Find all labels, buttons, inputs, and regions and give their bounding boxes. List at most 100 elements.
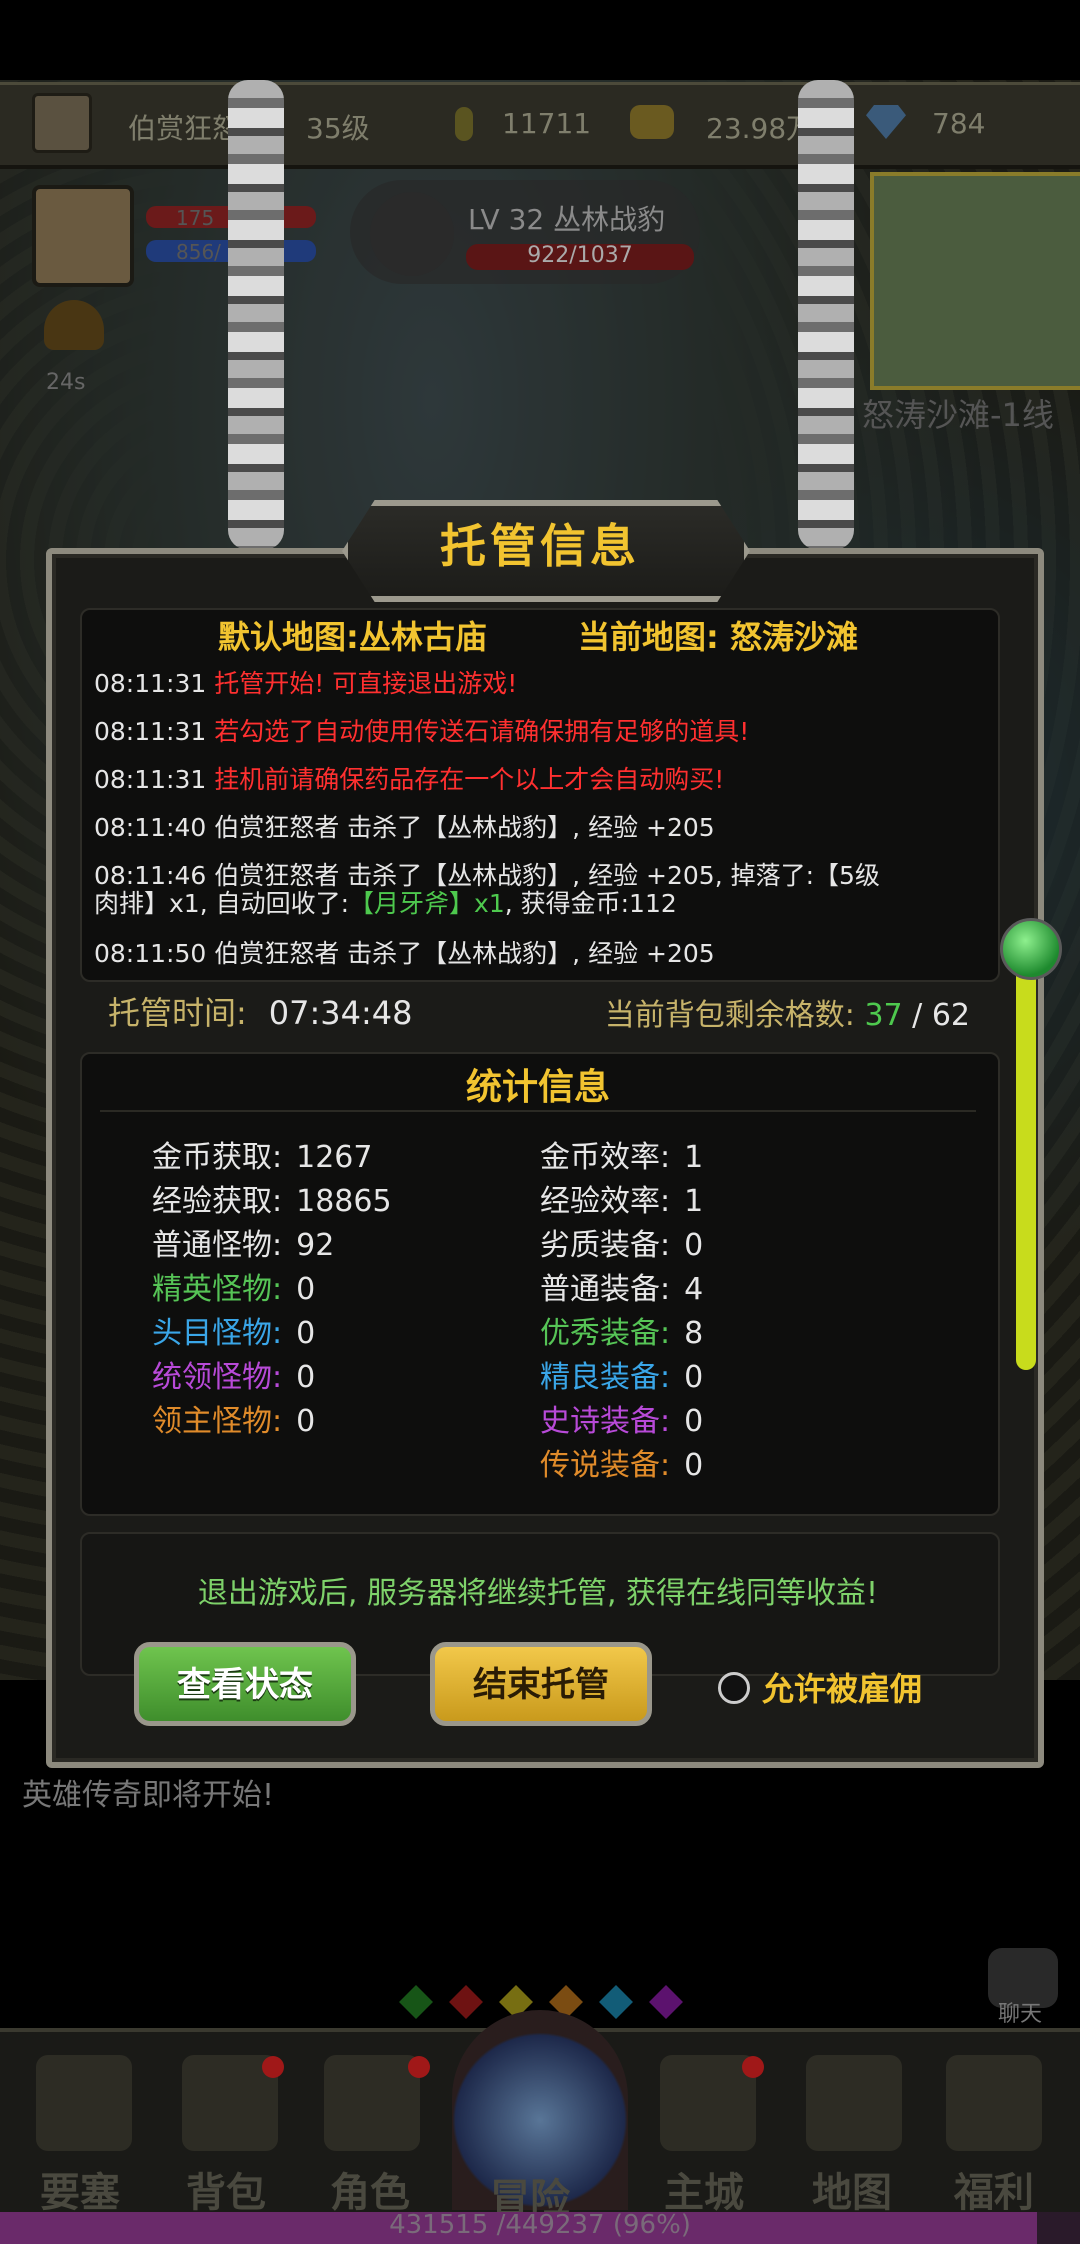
log-line: 08:11:40 伯赏狂怒者 击杀了【丛林战豹】, 经验 +205 xyxy=(94,814,984,842)
gold-coin-icon[interactable] xyxy=(630,105,674,139)
log-text: , 获得金币:112 xyxy=(504,889,677,918)
default-map-label: 默认地图:丛林古庙 xyxy=(218,618,487,656)
stat-fine-equipment: 精良装备: 0 xyxy=(540,1352,703,1396)
minimap[interactable] xyxy=(870,172,1080,390)
player-mp-text: 856/ xyxy=(176,240,221,264)
map-line-label: 怒涛沙滩-1线 xyxy=(862,396,1054,434)
welfare-gift-icon[interactable] xyxy=(946,2055,1042,2151)
hosting-log-panel[interactable] xyxy=(80,608,1000,982)
notification-dot xyxy=(262,2056,284,2078)
stat-good-equipment: 优秀装备: 8 xyxy=(540,1308,703,1352)
player-level: 35级 xyxy=(306,112,370,145)
stat-value: 0 xyxy=(296,1360,316,1395)
character-helmet-icon[interactable] xyxy=(324,2055,420,2151)
stat-label: 普通怪物: xyxy=(152,1228,283,1263)
stat-poor-equipment: 劣质装备: 0 xyxy=(540,1220,703,1264)
stat-label: 金币效率: xyxy=(540,1140,671,1175)
map-info-row: 默认地图:丛林古庙 当前地图: 怒涛沙滩 xyxy=(80,612,996,658)
stat-value: 0 xyxy=(296,1404,316,1439)
log-line: 08:11:31 若勾选了自动使用传送石请确保拥有足够的道具! xyxy=(94,718,984,746)
stat-label: 精良装备: xyxy=(540,1360,671,1395)
radio-icon[interactable] xyxy=(718,1672,750,1704)
hosting-time-row: 托管时间: 07:34:48 xyxy=(108,988,413,1034)
stat-epic-equipment: 史诗装备: 0 xyxy=(540,1396,703,1440)
stat-commander-monsters: 统领怪物: 0 xyxy=(152,1352,315,1396)
stat-label: 普通装备: xyxy=(540,1272,671,1307)
player-name: 伯赏狂怒 xyxy=(128,112,241,145)
view-status-button[interactable]: 查看状态 xyxy=(134,1642,356,1726)
stat-value: 1 xyxy=(684,1140,704,1175)
stat-label: 金币获取: xyxy=(152,1140,283,1175)
stat-legendary-equipment: 传说装备: 0 xyxy=(540,1440,703,1484)
chat-label: 聊天 xyxy=(998,2002,1043,2027)
hosting-time-value: 07:34:48 xyxy=(268,994,413,1032)
enemy-name: LV 32 丛林战豹 xyxy=(468,203,666,236)
current-map-label: 当前地图: 怒涛沙滩 xyxy=(578,618,858,656)
log-line: 08:11:50 伯赏狂怒者 击杀了【丛林战豹】, 经验 +205 xyxy=(94,940,984,968)
stat-label: 经验获取: xyxy=(152,1184,283,1219)
chat-message: 英雄传奇即将开始! xyxy=(22,1778,275,1813)
stat-value: 92 xyxy=(296,1228,335,1263)
stat-label: 领主怪物: xyxy=(152,1404,283,1439)
enemy-portrait xyxy=(370,192,454,276)
stat-label: 头目怪物: xyxy=(152,1316,283,1351)
player-avatar[interactable] xyxy=(32,93,92,153)
log-text: 伯赏狂怒者 击杀了【丛林战豹】, 经验 +205 xyxy=(214,813,715,842)
bag-slots-row: 当前背包剩余格数: 37 / 62 xyxy=(605,990,970,1034)
allow-hire-label: 允许被雇佣 xyxy=(762,1670,923,1708)
stat-value: 8 xyxy=(684,1316,704,1351)
stat-value: 0 xyxy=(296,1272,316,1307)
fortress-icon[interactable] xyxy=(36,2055,132,2151)
dialog-scrollbar[interactable] xyxy=(1016,950,1036,1370)
bag-slots-current: 37 xyxy=(864,998,903,1033)
blue-gem-icon xyxy=(599,1985,633,2019)
enemy-hp-text: 922/1037 xyxy=(527,243,633,268)
stat-value: 0 xyxy=(684,1228,704,1263)
stat-label: 优秀装备: xyxy=(540,1316,671,1351)
log-line: 08:11:31 挂机前请确保药品存在一个以上才会自动购买! xyxy=(94,766,984,794)
bag-slots-label: 当前背包剩余格数: xyxy=(604,998,855,1033)
green-gem-icon xyxy=(399,1985,433,2019)
chain-left xyxy=(228,80,284,550)
log-time: 08:11:31 xyxy=(94,765,207,794)
player-hp-text: 175 xyxy=(176,206,215,230)
log-time: 08:11:40 xyxy=(94,813,207,842)
buff-timer: 24s xyxy=(46,370,86,395)
player-weapon-portrait[interactable] xyxy=(32,185,134,287)
bag-slots-separator: / xyxy=(902,998,932,1033)
stat-exp-gain: 经验获取: 18865 xyxy=(152,1176,392,1220)
allow-hire-toggle[interactable]: 允许被雇佣 xyxy=(718,1664,922,1710)
log-time: 08:11:31 xyxy=(94,669,207,698)
diamond-icon[interactable] xyxy=(866,105,906,139)
enemy-hp-bar: 922/1037 xyxy=(466,243,694,270)
stats-divider xyxy=(100,1110,976,1112)
log-line: 08:11:31 托管开始! 可直接退出游戏! xyxy=(94,670,984,698)
log-text: 肉排】x1, 自动回收了: xyxy=(94,889,350,918)
stat-lord-monsters: 领主怪物: 0 xyxy=(152,1396,315,1440)
log-text: 伯赏狂怒者 击杀了【丛林战豹】, 经验 +205, 掉落了:【5级 xyxy=(214,861,880,890)
stat-elite-monsters: 精英怪物: 0 xyxy=(152,1264,315,1308)
stat-value: 1 xyxy=(684,1184,704,1219)
stat-label: 劣质装备: xyxy=(540,1228,671,1263)
stat-label: 统领怪物: xyxy=(152,1360,283,1395)
stat-value: 0 xyxy=(684,1404,704,1439)
stat-common-equipment: 普通装备: 4 xyxy=(540,1264,703,1308)
log-text: 若勾选了自动使用传送石请确保拥有足够的道具! xyxy=(214,717,750,746)
scrollbar-knob[interactable] xyxy=(1000,918,1062,980)
map-scroll-icon[interactable] xyxy=(806,2055,902,2151)
stat-boss-monsters: 头目怪物: 0 xyxy=(152,1308,315,1352)
stat-value: 1267 xyxy=(296,1140,373,1175)
stat-value: 0 xyxy=(296,1316,316,1351)
stat-label: 史诗装备: xyxy=(540,1404,671,1439)
log-time: 08:11:46 xyxy=(94,861,207,890)
log-text: 伯赏狂怒者 击杀了【丛林战豹】, 经验 +205 xyxy=(214,939,715,968)
log-text: 托管开始! 可直接退出游戏! xyxy=(214,669,518,698)
stat-label: 经验效率: xyxy=(540,1184,671,1219)
exp-text: 431515 /449237 (96%) xyxy=(389,2210,691,2240)
end-hosting-button[interactable]: 结束托管 xyxy=(430,1642,652,1726)
notification-dot xyxy=(742,2056,764,2078)
stat-value: 0 xyxy=(684,1360,704,1395)
stat-value: 0 xyxy=(684,1448,704,1483)
stat-gold-efficiency: 金币效率: 1 xyxy=(540,1132,703,1176)
purple-gem-icon xyxy=(649,1985,683,2019)
